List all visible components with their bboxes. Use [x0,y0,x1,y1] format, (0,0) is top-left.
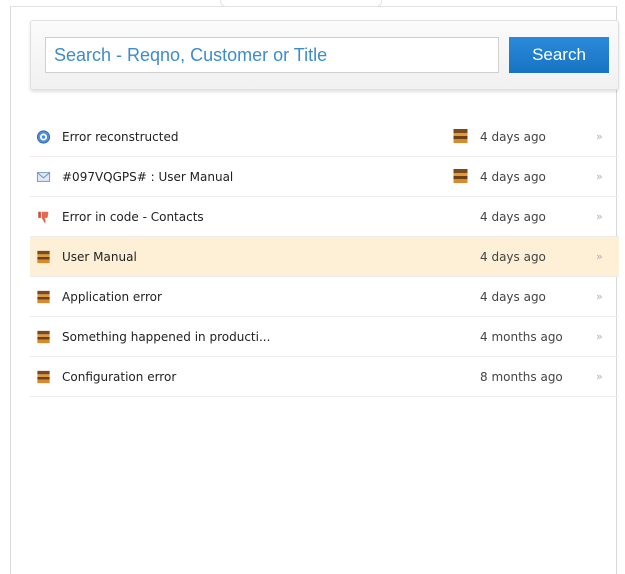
ticket-row[interactable]: Error in code - Contacts 4 days ago » [30,197,619,237]
ticket-title: #097VQGPS# : User Manual [62,170,234,184]
open-ticket-arrow[interactable]: » [596,237,603,277]
briefcase-icon [453,129,468,143]
ticket-time: 4 days ago [480,170,546,184]
ticket-title: Error reconstructed [62,130,179,144]
settings-circle-icon [36,130,51,144]
search-panel: Search [30,20,619,90]
ticket-row[interactable]: #097VQGPS# : User Manual 4 days ago » [30,157,619,197]
open-ticket-arrow[interactable]: » [596,157,603,197]
ticket-row[interactable]: Something happened in producti... 4 mont… [30,317,619,357]
open-ticket-arrow[interactable]: » [596,317,603,357]
ticket-row[interactable]: Error reconstructed 4 days ago » [30,117,619,157]
open-ticket-arrow[interactable]: » [596,277,603,317]
ticket-time: 4 days ago [480,210,546,224]
thumbs-down-icon [38,211,49,223]
ticket-title: User Manual [62,250,137,264]
ticket-title: Application error [62,290,162,304]
ticket-time: 8 months ago [480,370,563,384]
ticket-title: Configuration error [62,370,177,384]
ticket-row[interactable]: User Manual 4 days ago » [30,237,619,277]
briefcase-icon [37,370,50,384]
search-button[interactable]: Search [509,37,609,73]
ticket-list: Error reconstructed 4 days ago » #097VQG… [30,117,619,397]
ticket-row[interactable]: Application error 4 days ago » [30,277,619,317]
briefcase-icon [37,290,50,304]
briefcase-icon [453,169,468,183]
briefcase-icon [37,250,50,264]
open-ticket-arrow[interactable]: » [596,357,603,397]
search-input[interactable] [45,37,499,73]
briefcase-icon [37,330,50,344]
ticket-title: Something happened in producti... [62,330,271,344]
email-icon [36,172,51,182]
open-ticket-arrow[interactable]: » [596,197,603,237]
open-ticket-arrow[interactable]: » [596,117,603,157]
ticket-time: 4 months ago [480,330,563,344]
ticket-time: 4 days ago [480,130,546,144]
ticket-title: Error in code - Contacts [62,210,204,224]
ticket-time: 4 days ago [480,250,546,264]
top-tab-edge [220,0,382,7]
ticket-time: 4 days ago [480,290,546,304]
ticket-row[interactable]: Configuration error 8 months ago » [30,357,619,397]
